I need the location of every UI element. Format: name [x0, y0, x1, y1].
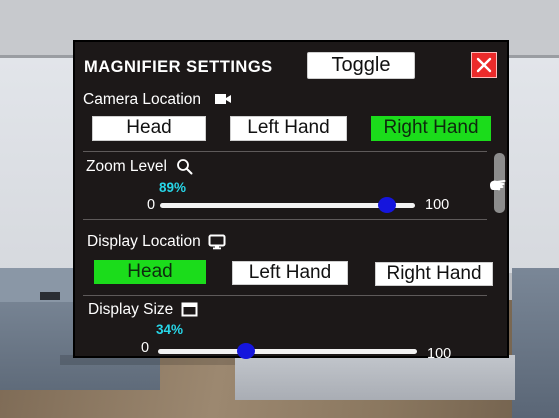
- display-size-percent: 34%: [156, 322, 184, 337]
- camera-left-hand-button[interactable]: Left Hand: [230, 116, 347, 141]
- panel-title: MAGNIFIER SETTINGS: [84, 58, 273, 76]
- display-location-label: Display Location: [87, 233, 201, 250]
- toggle-button[interactable]: Toggle: [307, 52, 415, 79]
- size-max-label: 100: [427, 346, 452, 362]
- zoom-max-label: 100: [425, 197, 450, 213]
- video-camera-icon: [215, 94, 231, 104]
- display-right-hand-button[interactable]: Right Hand: [375, 262, 493, 286]
- desk-device: [40, 292, 60, 300]
- divider: [83, 151, 487, 152]
- close-x-icon: [476, 57, 492, 73]
- floor-block: [235, 355, 515, 400]
- display-left-hand-button[interactable]: Left Hand: [232, 261, 348, 285]
- size-slider-track[interactable]: [158, 349, 417, 354]
- zoom-slider-track[interactable]: [160, 203, 415, 208]
- display-head-button[interactable]: Head: [94, 260, 206, 284]
- close-button[interactable]: [471, 52, 497, 78]
- camera-right-hand-button[interactable]: Right Hand: [371, 116, 491, 141]
- divider: [83, 295, 487, 296]
- desk-right: [512, 268, 559, 418]
- hand-pointer-icon: [490, 180, 506, 191]
- zoom-level-percent: 89%: [159, 180, 187, 195]
- zoom-min-label: 0: [147, 197, 156, 213]
- size-min-label: 0: [141, 340, 150, 356]
- zoom-slider-handle[interactable]: [377, 197, 396, 213]
- window-icon: [181, 302, 198, 317]
- magnifier-settings-panel: MAGNIFIER SETTINGS Toggle Camera Locatio…: [73, 40, 509, 362]
- monitor-icon: [208, 234, 226, 250]
- display-size-label: Display Size: [88, 301, 174, 318]
- magnifier-icon: [177, 159, 193, 175]
- camera-location-label: Camera Location: [83, 91, 202, 108]
- size-slider-handle[interactable]: [237, 343, 256, 359]
- divider: [83, 219, 487, 220]
- zoom-level-label: Zoom Level: [86, 158, 167, 175]
- camera-head-button[interactable]: Head: [92, 116, 206, 141]
